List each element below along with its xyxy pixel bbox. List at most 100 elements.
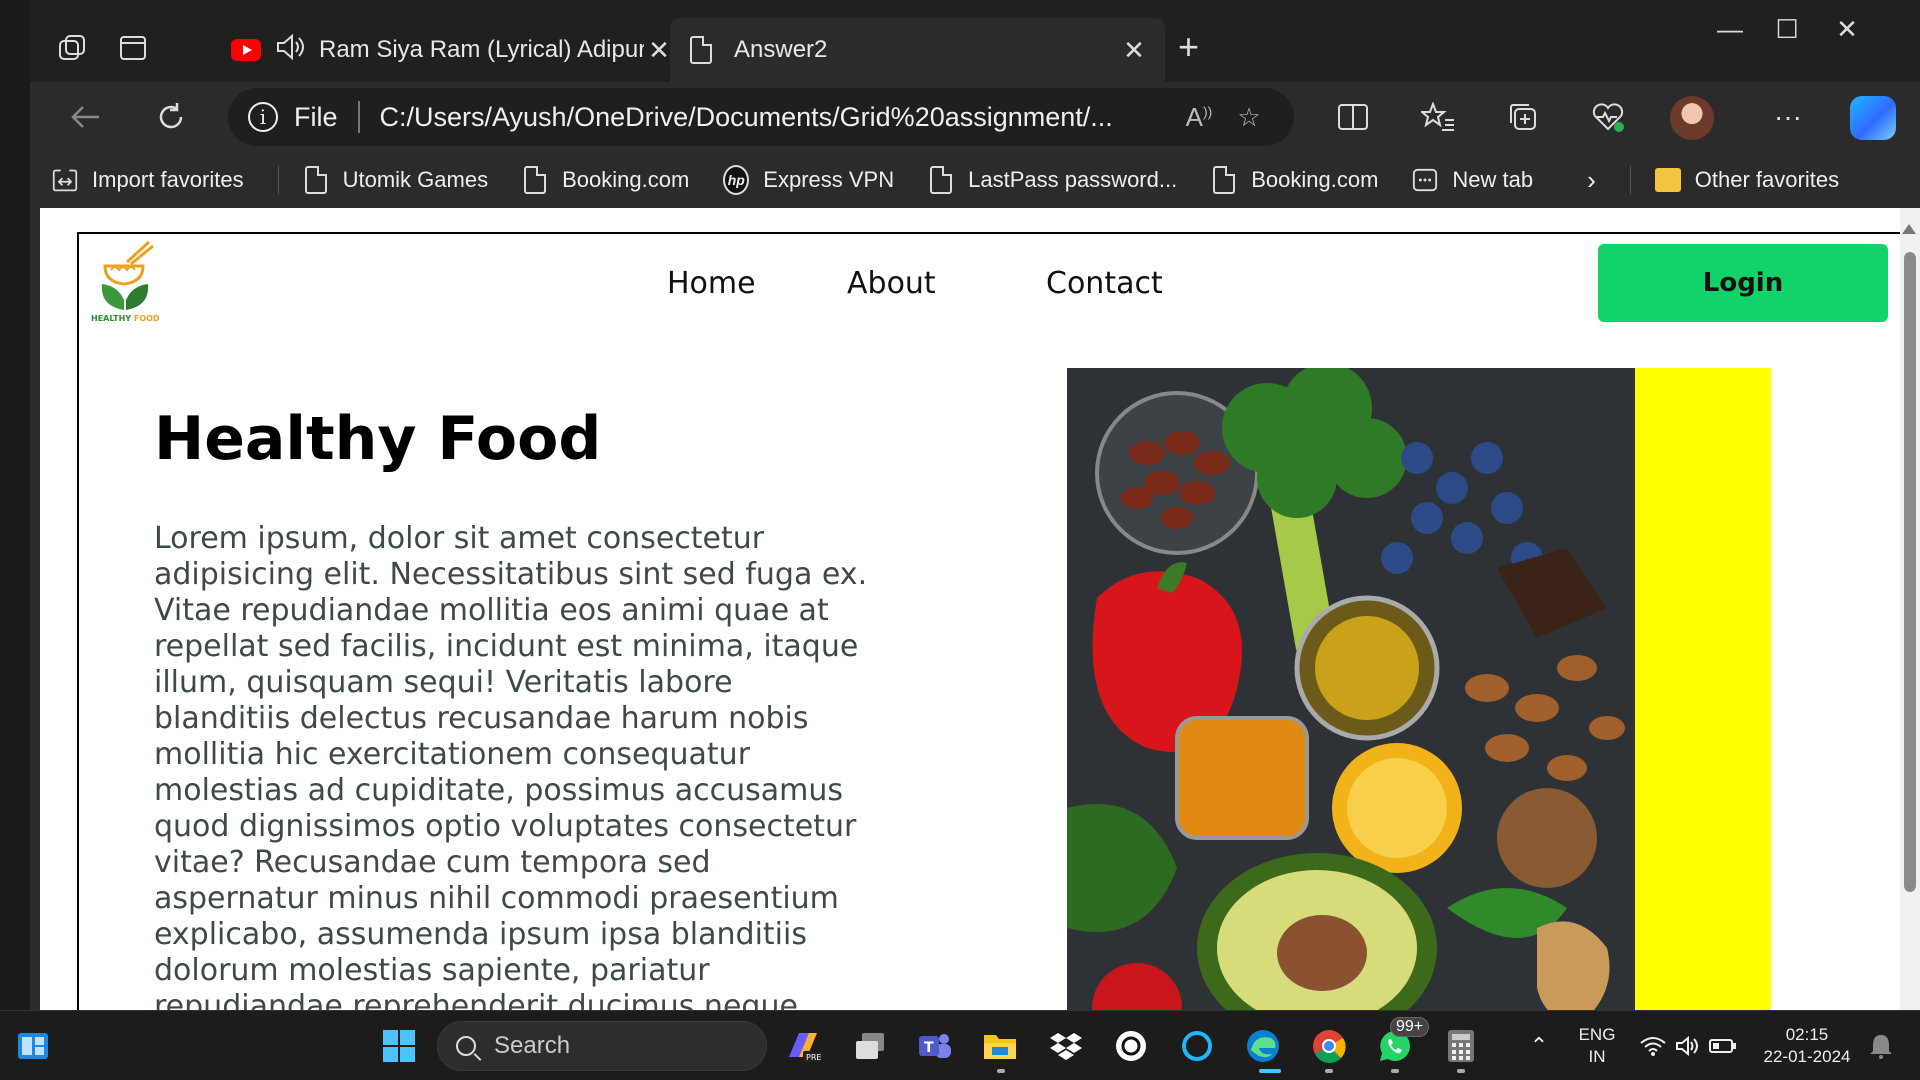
favorite-lastpass[interactable]: LastPass password... bbox=[928, 165, 1177, 195]
page-icon bbox=[304, 166, 327, 194]
running-indicator bbox=[997, 1069, 1005, 1073]
page-viewport: HEALTHY FOOD Home About Contact Login He… bbox=[40, 208, 1920, 1010]
favorite-expressvpn[interactable]: hp Express VPN bbox=[723, 165, 894, 195]
healthy-food-image bbox=[1067, 368, 1635, 1010]
scroll-up-icon[interactable] bbox=[1902, 224, 1916, 234]
search-placeholder: Search bbox=[494, 1032, 571, 1059]
nav-contact[interactable]: Contact bbox=[1046, 266, 1163, 301]
nav-about[interactable]: About bbox=[847, 266, 936, 301]
desktop-edge bbox=[0, 0, 30, 1010]
favorite-label: LastPass password... bbox=[968, 167, 1178, 192]
tab-bar: Ram Siya Ram (Lyrical) Adipurush ✕ Answe… bbox=[30, 0, 1920, 82]
favorite-label: Booking.com bbox=[562, 167, 690, 192]
chevron-right-icon: › bbox=[1587, 164, 1596, 195]
chrome-icon[interactable] bbox=[1306, 1023, 1352, 1069]
browser-essentials-icon[interactable] bbox=[1585, 94, 1631, 140]
browser-window: Ram Siya Ram (Lyrical) Adipurush ✕ Answe… bbox=[30, 0, 1920, 1010]
maximize-button[interactable]: ☐ bbox=[1757, 14, 1817, 45]
widgets-icon[interactable] bbox=[10, 1023, 56, 1069]
favorite-label: Utomik Games bbox=[342, 167, 489, 192]
info-icon[interactable]: i bbox=[248, 102, 278, 132]
chevron-up-icon[interactable]: ⌃ bbox=[1516, 1023, 1562, 1069]
favorites-overflow-button[interactable]: › bbox=[1587, 165, 1596, 196]
collections-icon[interactable] bbox=[1500, 94, 1546, 140]
dropbox-icon[interactable] bbox=[1043, 1023, 1089, 1069]
address-separator bbox=[357, 101, 360, 133]
hp-icon: hp bbox=[723, 165, 750, 195]
copilot-preview-icon[interactable]: PRE bbox=[780, 1023, 826, 1069]
youtube-icon bbox=[231, 39, 261, 61]
favorites-bar: Import favorites Utomik Games Booking.co… bbox=[30, 152, 1920, 208]
favorites-icon[interactable] bbox=[1415, 94, 1461, 140]
tab-title: Ram Siya Ram (Lyrical) Adipurush bbox=[319, 36, 644, 63]
notification-bell-icon[interactable] bbox=[1858, 1023, 1904, 1069]
tab-actions-icon[interactable] bbox=[113, 28, 153, 68]
import-icon bbox=[52, 165, 78, 195]
read-aloud-icon[interactable]: A)) bbox=[1174, 102, 1224, 133]
file-explorer-icon[interactable] bbox=[977, 1023, 1023, 1069]
search-icon bbox=[456, 1036, 476, 1056]
favorite-newtab[interactable]: New tab bbox=[1412, 165, 1533, 195]
battery-icon[interactable] bbox=[1700, 1023, 1746, 1069]
running-indicator bbox=[1325, 1069, 1333, 1073]
refresh-button[interactable] bbox=[148, 94, 194, 140]
address-url[interactable]: C:/Users/Ayush/OneDrive/Documents/Grid%2… bbox=[380, 102, 1174, 133]
page-icon bbox=[930, 166, 953, 194]
edge-icon[interactable] bbox=[1240, 1023, 1286, 1069]
webpage: HEALTHY FOOD Home About Contact Login He… bbox=[77, 232, 1911, 1010]
favorite-star-icon[interactable]: ☆ bbox=[1224, 102, 1274, 133]
favorites-divider bbox=[1629, 166, 1631, 194]
speaker-icon[interactable] bbox=[275, 33, 305, 68]
language-indicator[interactable]: ENG IN bbox=[1572, 1024, 1622, 1068]
favorite-label: New tab bbox=[1452, 167, 1534, 192]
teams-icon[interactable]: T bbox=[912, 1023, 958, 1069]
vertical-scrollbar[interactable] bbox=[1900, 208, 1920, 1010]
svg-text:PRE: PRE bbox=[806, 1053, 821, 1062]
close-tab-icon[interactable]: ✕ bbox=[1119, 35, 1149, 66]
tab-title: Answer2 bbox=[734, 36, 828, 63]
clock[interactable]: 02:15 22-01-2024 bbox=[1752, 1024, 1862, 1068]
page-icon bbox=[1213, 166, 1236, 194]
healthy-food-logo[interactable]: HEALTHY FOOD bbox=[91, 240, 167, 326]
other-favorites[interactable]: Other favorites bbox=[1654, 165, 1840, 195]
logo-text: HEALTHY FOOD bbox=[91, 314, 160, 323]
running-indicator bbox=[1457, 1069, 1465, 1073]
active-indicator bbox=[1259, 1069, 1281, 1073]
page-icon bbox=[524, 166, 547, 194]
calculator-icon[interactable] bbox=[1438, 1023, 1484, 1069]
favorite-import[interactable]: Import favorites bbox=[52, 165, 244, 195]
favorite-booking[interactable]: Booking.com bbox=[522, 165, 689, 195]
new-tab-button[interactable]: + bbox=[1178, 26, 1199, 68]
minimize-button[interactable]: — bbox=[1700, 14, 1760, 45]
nav-home[interactable]: Home bbox=[667, 266, 756, 301]
tab-youtube[interactable]: Ram Siya Ram (Lyrical) Adipurush ✕ bbox=[215, 18, 690, 82]
start-icon[interactable] bbox=[376, 1023, 422, 1069]
task-view-icon[interactable] bbox=[847, 1023, 893, 1069]
newtab-icon bbox=[1412, 165, 1438, 195]
hero-title: Healthy Food bbox=[154, 404, 602, 474]
profile-avatar[interactable] bbox=[1670, 96, 1714, 140]
login-button[interactable]: Login bbox=[1598, 244, 1888, 322]
bowl-icon bbox=[101, 240, 154, 310]
address-scheme: File bbox=[294, 101, 338, 132]
cortana-icon[interactable] bbox=[1174, 1023, 1220, 1069]
close-window-button[interactable]: ✕ bbox=[1817, 14, 1877, 45]
favorite-booking-2[interactable]: Booking.com bbox=[1211, 165, 1378, 195]
scrollbar-thumb[interactable] bbox=[1904, 252, 1916, 892]
favorites-divider bbox=[277, 166, 279, 194]
favorite-label: Express VPN bbox=[763, 167, 895, 192]
other-favorites-label: Other favorites bbox=[1694, 167, 1840, 192]
split-screen-icon[interactable] bbox=[1330, 94, 1376, 140]
navigation-toolbar: i File C:/Users/Ayush/OneDrive/Documents… bbox=[30, 82, 1920, 152]
taskbar-search[interactable]: Search bbox=[437, 1021, 767, 1071]
address-bar[interactable]: i File C:/Users/Ayush/OneDrive/Documents… bbox=[228, 88, 1294, 146]
copilot-icon[interactable] bbox=[1850, 96, 1896, 140]
yellow-side-block bbox=[1635, 368, 1771, 1010]
back-button[interactable] bbox=[62, 94, 108, 140]
favorite-utomik[interactable]: Utomik Games bbox=[303, 165, 488, 195]
workspaces-icon[interactable] bbox=[52, 28, 92, 68]
taskbar: Search PRE T 99+ ⌃ ENG IN 02:15 22-01-20… bbox=[0, 1010, 1920, 1080]
tab-answer2[interactable]: Answer2 ✕ bbox=[670, 18, 1165, 82]
chatgpt-icon[interactable] bbox=[1108, 1023, 1154, 1069]
more-options-icon[interactable]: ··· bbox=[1765, 94, 1811, 140]
